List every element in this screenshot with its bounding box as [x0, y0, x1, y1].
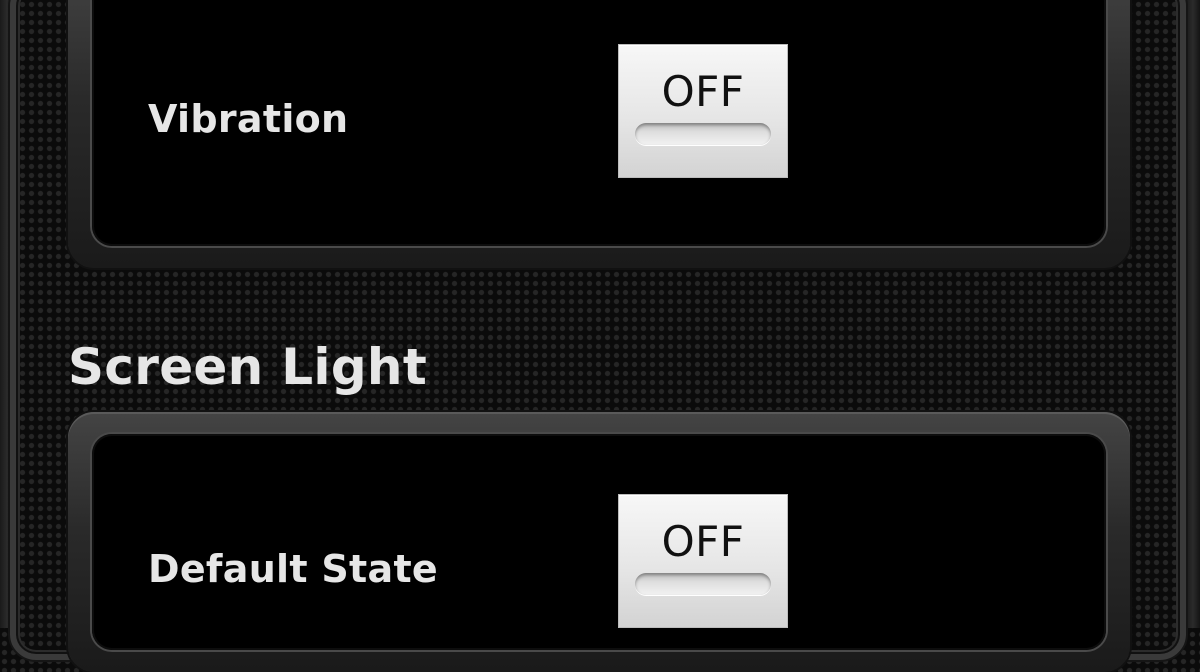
- screen-light-panel: [68, 412, 1130, 672]
- default-state-label: Default State: [148, 547, 438, 591]
- vibration-toggle-indicator: [635, 123, 771, 145]
- default-state-toggle-button[interactable]: OFF: [618, 494, 788, 628]
- screen-light-panel-inner: [92, 434, 1106, 650]
- default-state-toggle-state: OFF: [661, 517, 745, 566]
- vibration-label: Vibration: [148, 97, 349, 141]
- default-state-toggle-indicator: [635, 573, 771, 595]
- vibration-toggle-state: OFF: [661, 67, 745, 116]
- screen-light-section-title: Screen Light: [68, 338, 428, 396]
- vibration-toggle-button[interactable]: OFF: [618, 44, 788, 178]
- screen-edge-left: [0, 0, 14, 628]
- screen-edge-right: [1186, 0, 1200, 628]
